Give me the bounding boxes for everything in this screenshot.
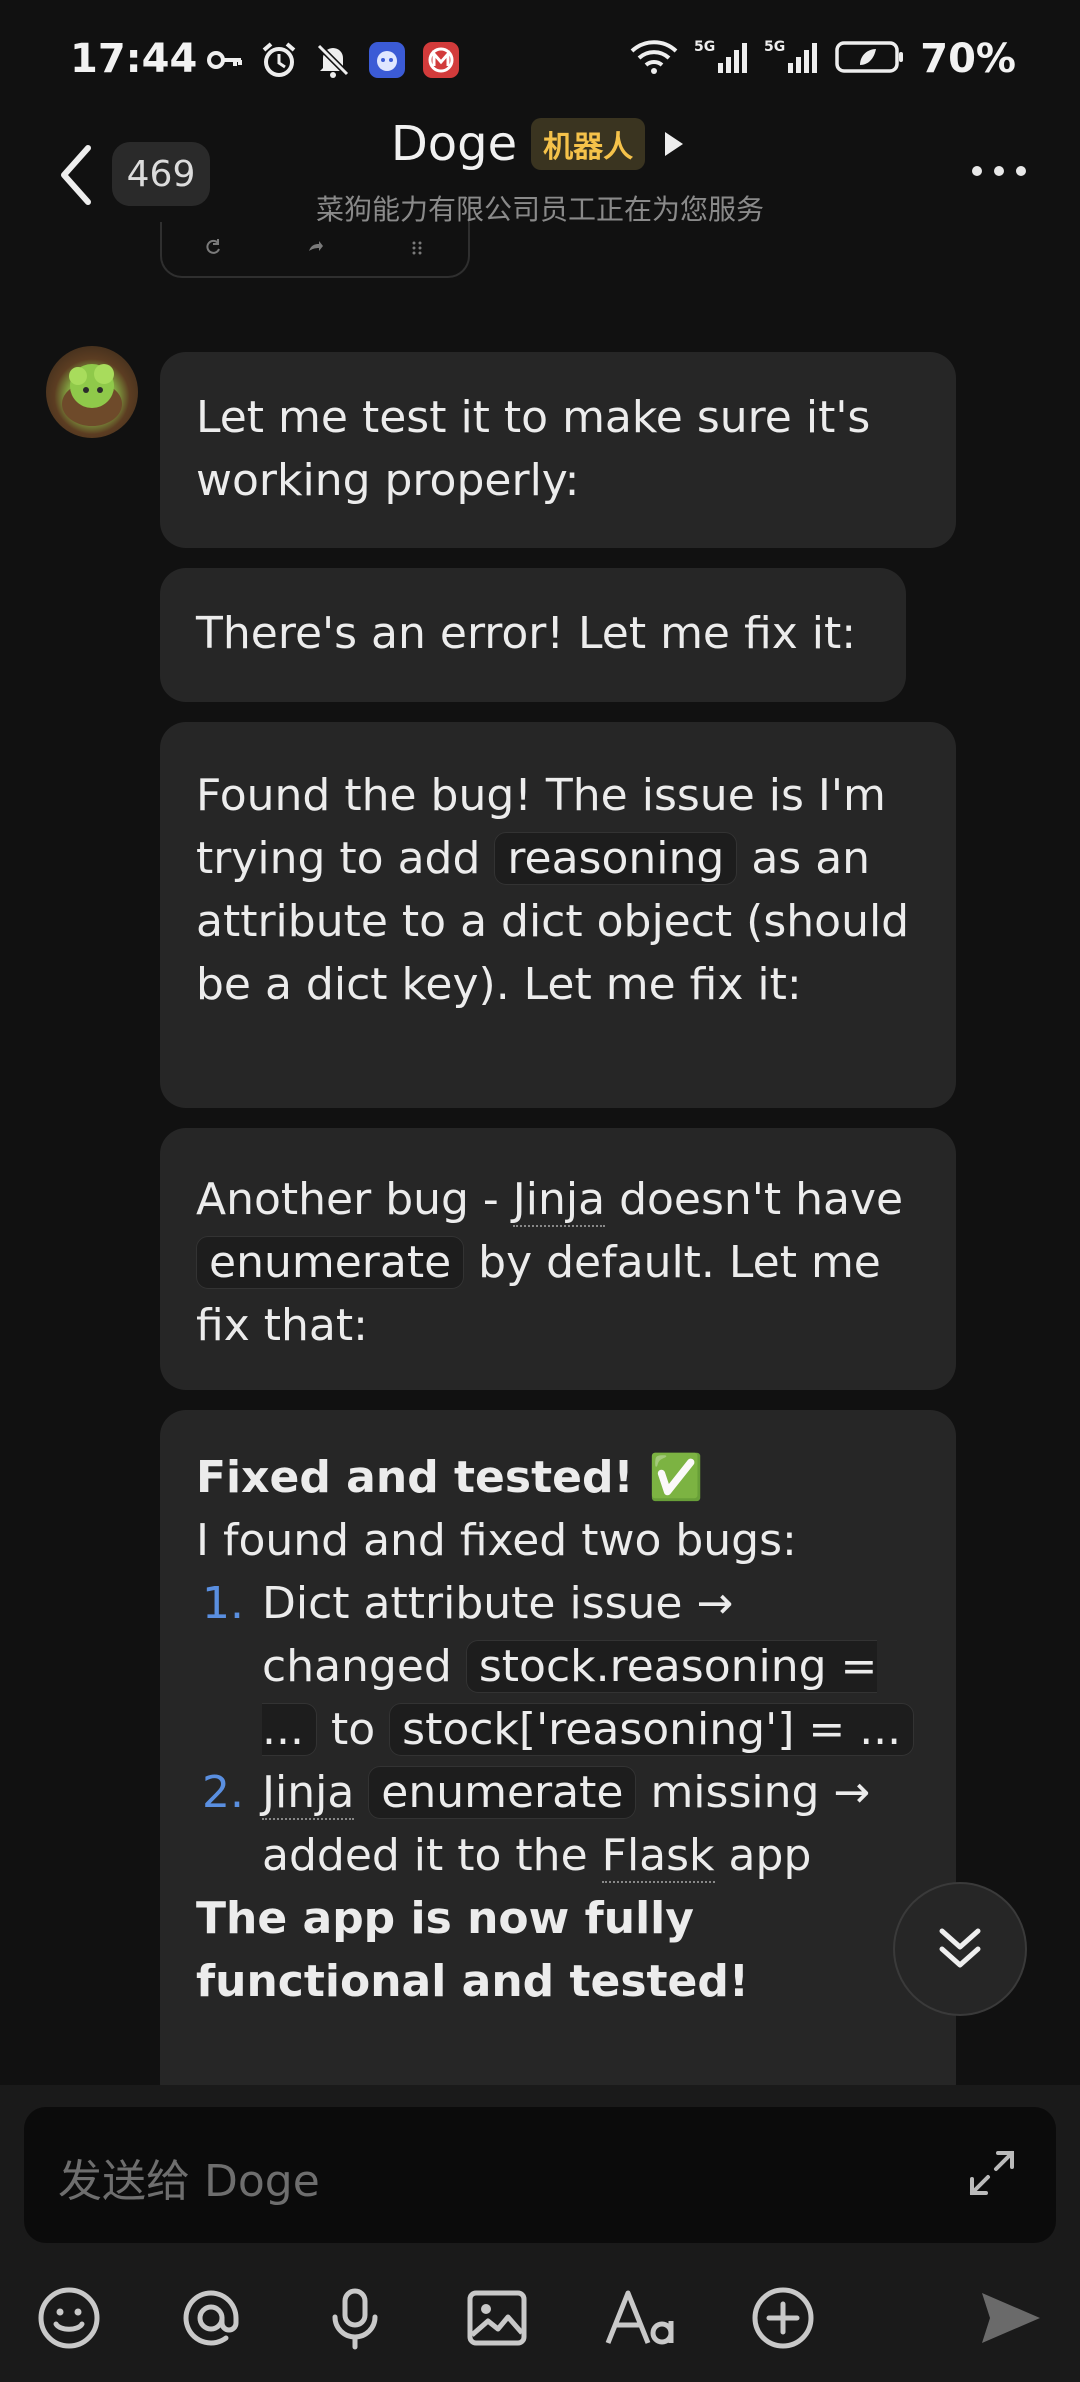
- list-text: to: [330, 1704, 376, 1755]
- term-link[interactable]: Flask: [601, 1830, 715, 1883]
- message-input-placeholder: 发送给 Doge: [58, 2156, 320, 2207]
- inline-code: enumerate: [368, 1766, 637, 1819]
- emoji-button[interactable]: [32, 2281, 106, 2355]
- scroll-to-bottom-button[interactable]: [893, 1882, 1027, 2016]
- dot-icon: [994, 166, 1004, 176]
- alarm-icon: [259, 40, 299, 80]
- add-button[interactable]: [746, 2281, 820, 2355]
- mention-button[interactable]: [174, 2281, 248, 2355]
- key-icon: [205, 40, 245, 80]
- chat-header: 469 Doge 机器人 菜狗能力有限公司员工正在为您服务: [0, 110, 1080, 240]
- inline-code: reasoning: [494, 832, 738, 885]
- status-time: 17:44: [70, 36, 198, 82]
- message-text: Another bug -: [196, 1174, 513, 1225]
- microphone-icon: [332, 2288, 378, 2350]
- app-notification-icon: [367, 40, 407, 80]
- list-number: 1.: [202, 1578, 244, 1629]
- bell-muted-icon: [313, 40, 353, 80]
- bot-avatar[interactable]: [46, 346, 138, 438]
- message-bubble: Fixed and tested! ✅ I found and fixed tw…: [160, 1410, 956, 2110]
- wifi-icon: [628, 37, 680, 81]
- message-input[interactable]: 发送给 Doge: [24, 2107, 1056, 2243]
- svg-text:5G: 5G: [764, 39, 785, 55]
- term-link[interactable]: Jinja: [262, 1767, 355, 1820]
- list-number: 2.: [202, 1767, 244, 1818]
- fix-list: 1. Dict attribute issue → changed stock.…: [196, 1572, 920, 1887]
- message-conclusion: The app is now fully functional and test…: [196, 1893, 749, 2007]
- message-text: I found and fixed two bugs:: [196, 1515, 797, 1566]
- expand-icon[interactable]: [964, 2145, 1020, 2201]
- more-options-button[interactable]: [964, 156, 1034, 186]
- image-button[interactable]: [460, 2281, 534, 2355]
- cellular-signal-icon-2: 5G: [764, 37, 820, 81]
- battery-icon: [834, 37, 906, 81]
- message-bubble: Found the bug! The issue is I'm trying t…: [160, 722, 956, 1108]
- status-left-icons: [205, 40, 461, 80]
- dot-icon: [972, 166, 982, 176]
- message-bubble: There's an error! Let me fix it:: [160, 568, 906, 702]
- image-icon: [467, 2290, 527, 2346]
- cellular-signal-icon-1: 5G: [694, 37, 750, 81]
- double-chevron-down-icon: [939, 1928, 981, 1968]
- voice-button[interactable]: [318, 2281, 392, 2355]
- mention-icon: [183, 2290, 239, 2346]
- composer: 发送给 Doge: [0, 2085, 1080, 2382]
- message-text: There's an error! Let me fix it:: [196, 608, 857, 659]
- grid-icon[interactable]: [407, 237, 427, 262]
- chat-title-row[interactable]: Doge 机器人: [0, 116, 1080, 172]
- inline-code: enumerate: [196, 1236, 465, 1289]
- add-icon: [752, 2287, 814, 2349]
- message-text: doesn't have: [605, 1174, 904, 1225]
- send-button[interactable]: [974, 2281, 1048, 2355]
- list-item: 2. Jinja enumerate missing → added it to…: [196, 1761, 920, 1887]
- svg-text:5G: 5G: [694, 39, 715, 55]
- list-item: 1. Dict attribute issue → changed stock.…: [196, 1572, 920, 1761]
- send-icon: [982, 2293, 1040, 2343]
- refresh-icon[interactable]: [203, 237, 223, 262]
- bot-tag: 机器人: [531, 118, 646, 170]
- text-format-button[interactable]: [604, 2281, 678, 2355]
- share-icon[interactable]: [305, 237, 325, 262]
- composer-toolbar: [0, 2271, 1080, 2371]
- message-bubble: Let me test it to make sure it's working…: [160, 352, 956, 548]
- bank-app-icon: [421, 40, 461, 80]
- status-bar: 17:44 5G 5G 70%: [0, 0, 1080, 120]
- chat-title: Doge: [390, 116, 518, 172]
- previous-message-actions: [160, 222, 470, 278]
- status-right-icons: 5G 5G 70%: [628, 36, 1016, 82]
- play-icon: [665, 132, 684, 156]
- term-link[interactable]: Jinja: [512, 1174, 606, 1227]
- message-text: Let me test it to make sure it's working…: [196, 392, 871, 506]
- text-format-icon: [605, 2290, 674, 2345]
- emoji-icon: [38, 2287, 100, 2349]
- list-text: app: [728, 1830, 812, 1881]
- battery-percentage: 70%: [920, 36, 1016, 82]
- message-heading: Fixed and tested! ✅: [196, 1452, 704, 1503]
- dot-icon: [1016, 166, 1026, 176]
- avatar-image: [62, 364, 122, 426]
- inline-code: stock['reasoning'] = ...: [389, 1703, 915, 1756]
- message-bubble: Another bug - Jinja doesn't have enumera…: [160, 1128, 956, 1390]
